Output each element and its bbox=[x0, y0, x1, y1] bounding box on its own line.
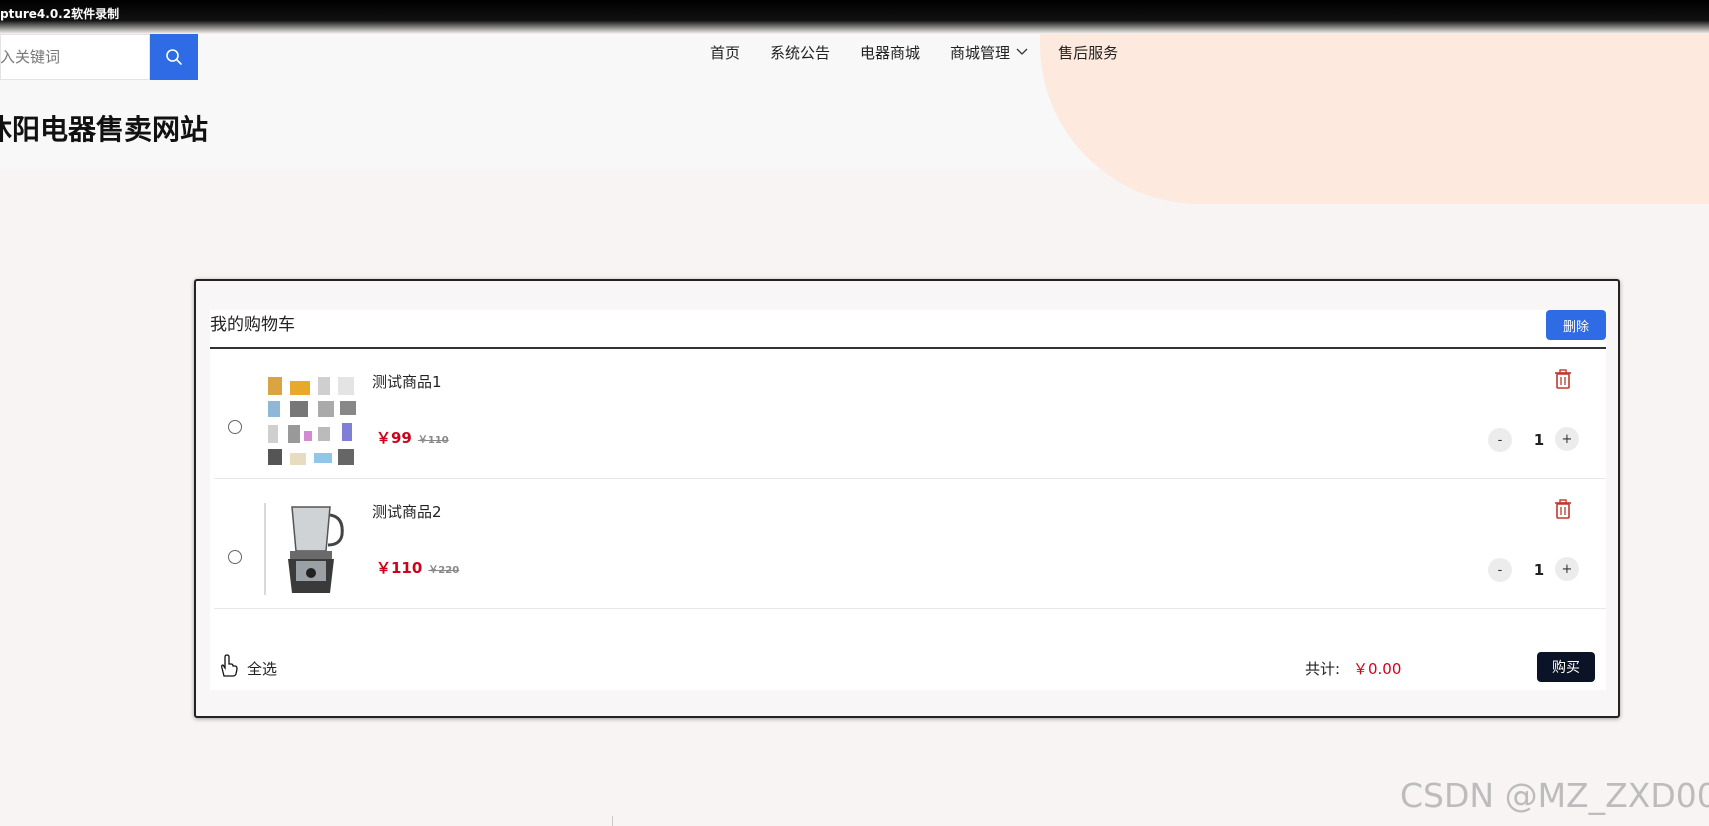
main-nav: 首页 系统公告 电器商城 商城管理 售后服务 bbox=[710, 42, 1118, 62]
quantity-increase-button[interactable]: + bbox=[1555, 557, 1579, 581]
quantity-value: 1 bbox=[1533, 561, 1545, 579]
item-price: ￥110 ￥220 bbox=[376, 557, 459, 578]
hand-cursor-icon[interactable] bbox=[218, 654, 238, 678]
divider bbox=[612, 816, 613, 826]
quantity-decrease-button[interactable]: - bbox=[1488, 428, 1512, 452]
nav-after-sales[interactable]: 售后服务 bbox=[1058, 42, 1118, 62]
item-original-price: ￥220 bbox=[428, 565, 460, 576]
search-button[interactable] bbox=[150, 34, 198, 80]
nav-announcements-label: 系统公告 bbox=[770, 43, 831, 62]
nav-mall-management-label: 商城管理 bbox=[950, 43, 1011, 62]
buy-button[interactable]: 购买 bbox=[1537, 652, 1595, 682]
site-title: 沐阳电器售卖网站 bbox=[0, 113, 209, 146]
item-original-price: ￥110 bbox=[417, 435, 449, 446]
total-label: 共计: bbox=[1305, 660, 1341, 678]
nav-mall[interactable]: 电器商城 bbox=[860, 42, 920, 62]
cart-content: 我的购物车 删除 测试商品1 ￥99 ￥110 - 1 + 测试商品2 ￥110… bbox=[210, 310, 1606, 690]
watermark: CSDN @MZ_ZXD001 bbox=[1400, 776, 1709, 815]
delete-button[interactable]: 删除 bbox=[1546, 310, 1606, 340]
cart-item: 测试商品1 ￥99 ￥110 - 1 + bbox=[214, 349, 1606, 479]
item-select-radio[interactable] bbox=[228, 420, 242, 434]
nav-announcements[interactable]: 系统公告 bbox=[770, 42, 830, 62]
plus-label: + bbox=[1561, 561, 1573, 577]
nav-mall-label: 电器商城 bbox=[860, 43, 921, 62]
plus-label: + bbox=[1561, 431, 1573, 447]
search-input[interactable] bbox=[1, 35, 149, 79]
item-price-value: ￥99 bbox=[376, 429, 412, 447]
search-box bbox=[0, 34, 150, 80]
quantity-increase-button[interactable]: + bbox=[1555, 427, 1579, 451]
recorder-title: pture4.0.2软件录制 bbox=[0, 7, 120, 21]
chevron-down-icon bbox=[1016, 48, 1028, 55]
trash-icon[interactable] bbox=[1554, 499, 1572, 519]
total-value: ￥0.00 bbox=[1353, 660, 1402, 678]
nav-mall-management[interactable]: 商城管理 bbox=[950, 42, 1028, 62]
trash-icon[interactable] bbox=[1554, 369, 1572, 389]
cart-panel: 我的购物车 删除 测试商品1 ￥99 ￥110 - 1 + 测试商品2 ￥110… bbox=[194, 279, 1620, 718]
cart-title: 我的购物车 bbox=[210, 315, 295, 335]
minus-label: - bbox=[1497, 562, 1503, 578]
nav-home-label: 首页 bbox=[710, 43, 741, 62]
item-name[interactable]: 测试商品1 bbox=[372, 371, 442, 392]
search-icon bbox=[166, 49, 182, 65]
cart-header: 我的购物车 删除 bbox=[210, 310, 1606, 349]
item-select-radio[interactable] bbox=[228, 550, 242, 564]
product-thumbnail-appliances[interactable] bbox=[264, 373, 360, 469]
minus-label: - bbox=[1497, 432, 1503, 448]
recorder-bar: pture4.0.2软件录制 bbox=[0, 0, 1709, 34]
cart-item: 测试商品2 ￥110 ￥220 - 1 + bbox=[214, 479, 1606, 609]
quantity-value: 1 bbox=[1533, 431, 1545, 449]
select-all-label[interactable]: 全选 bbox=[247, 658, 277, 679]
item-price-value: ￥110 bbox=[376, 559, 423, 577]
header-decoration bbox=[1040, 34, 1709, 204]
cart-footer: 全选 共计: ￥0.00 购买 bbox=[210, 630, 1606, 690]
product-thumbnail-blender[interactable] bbox=[264, 501, 360, 597]
item-name[interactable]: 测试商品2 bbox=[372, 501, 442, 522]
item-price: ￥99 ￥110 bbox=[376, 427, 449, 448]
nav-home[interactable]: 首页 bbox=[710, 42, 740, 62]
nav-after-sales-label: 售后服务 bbox=[1058, 43, 1119, 62]
quantity-decrease-button[interactable]: - bbox=[1488, 558, 1512, 582]
